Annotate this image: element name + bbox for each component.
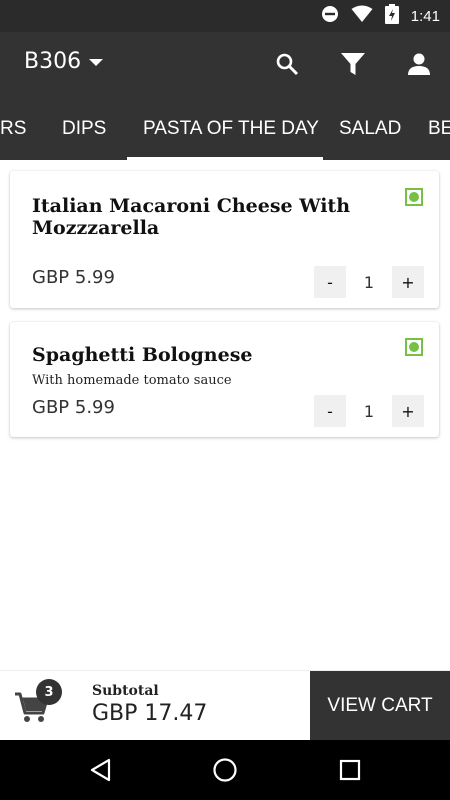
profile-icon[interactable] bbox=[404, 49, 434, 79]
status-time: 1:41 bbox=[410, 7, 440, 25]
veg-indicator-icon bbox=[405, 338, 423, 356]
tab-salad[interactable]: SALAD bbox=[339, 98, 401, 160]
home-icon[interactable] bbox=[210, 755, 240, 785]
tab-starters[interactable]: RS bbox=[0, 98, 26, 160]
menu-list: Italian Macaroni Cheese With Mozzzarella… bbox=[0, 160, 450, 670]
status-bar: 1:41 bbox=[0, 0, 450, 32]
app-actions bbox=[272, 49, 434, 79]
table-selector[interactable]: B306 bbox=[24, 49, 104, 74]
cart-count-badge: 3 bbox=[36, 679, 62, 705]
item-price: GBP 5.99 bbox=[32, 267, 115, 288]
cart-bar: 3 Subtotal GBP 17.47 VIEW CART bbox=[0, 670, 450, 741]
status-icons: 1:41 bbox=[321, 0, 440, 32]
tab-pasta-of-the-day[interactable]: PASTA OF THE DAY bbox=[143, 98, 319, 160]
item-name: Spaghetti Bolognese bbox=[32, 344, 253, 366]
wifi-icon bbox=[351, 5, 373, 27]
menu-item-card[interactable]: Italian Macaroni Cheese With Mozzzarella… bbox=[10, 171, 439, 308]
table-name: B306 bbox=[24, 49, 82, 74]
item-price: GBP 5.99 bbox=[32, 397, 115, 418]
subtotal-label: Subtotal bbox=[92, 683, 159, 699]
quantity-stepper: - 1 + bbox=[314, 395, 424, 427]
battery-charging-icon bbox=[384, 4, 399, 28]
quantity-stepper: - 1 + bbox=[314, 266, 424, 298]
chevron-down-icon bbox=[89, 52, 104, 71]
item-description: With homemade tomato sauce bbox=[32, 373, 232, 388]
quantity-value: 1 bbox=[363, 272, 375, 292]
do-not-disturb-icon bbox=[321, 5, 339, 27]
increase-button[interactable]: + bbox=[392, 395, 424, 427]
search-icon[interactable] bbox=[272, 49, 302, 79]
increase-button[interactable]: + bbox=[392, 266, 424, 298]
menu-item-card[interactable]: Spaghetti Bolognese With homemade tomato… bbox=[10, 322, 439, 437]
system-nav-bar bbox=[0, 740, 450, 800]
decrease-button[interactable]: - bbox=[314, 395, 346, 427]
view-cart-button[interactable]: VIEW CART bbox=[310, 671, 450, 741]
category-tabs: RS DIPS PASTA OF THE DAY SALAD BE bbox=[0, 98, 450, 160]
recents-icon[interactable] bbox=[335, 755, 365, 785]
veg-indicator-icon bbox=[405, 188, 423, 206]
filter-icon[interactable] bbox=[338, 49, 368, 79]
subtotal-value: GBP 17.47 bbox=[92, 701, 208, 726]
back-icon[interactable] bbox=[86, 755, 116, 785]
tab-dips[interactable]: DIPS bbox=[62, 98, 106, 160]
item-name: Italian Macaroni Cheese With Mozzzarella bbox=[32, 195, 351, 239]
quantity-value: 1 bbox=[363, 401, 375, 421]
decrease-button[interactable]: - bbox=[314, 266, 346, 298]
tab-beverages[interactable]: BE bbox=[428, 98, 450, 160]
app-bar: B306 bbox=[0, 32, 450, 98]
